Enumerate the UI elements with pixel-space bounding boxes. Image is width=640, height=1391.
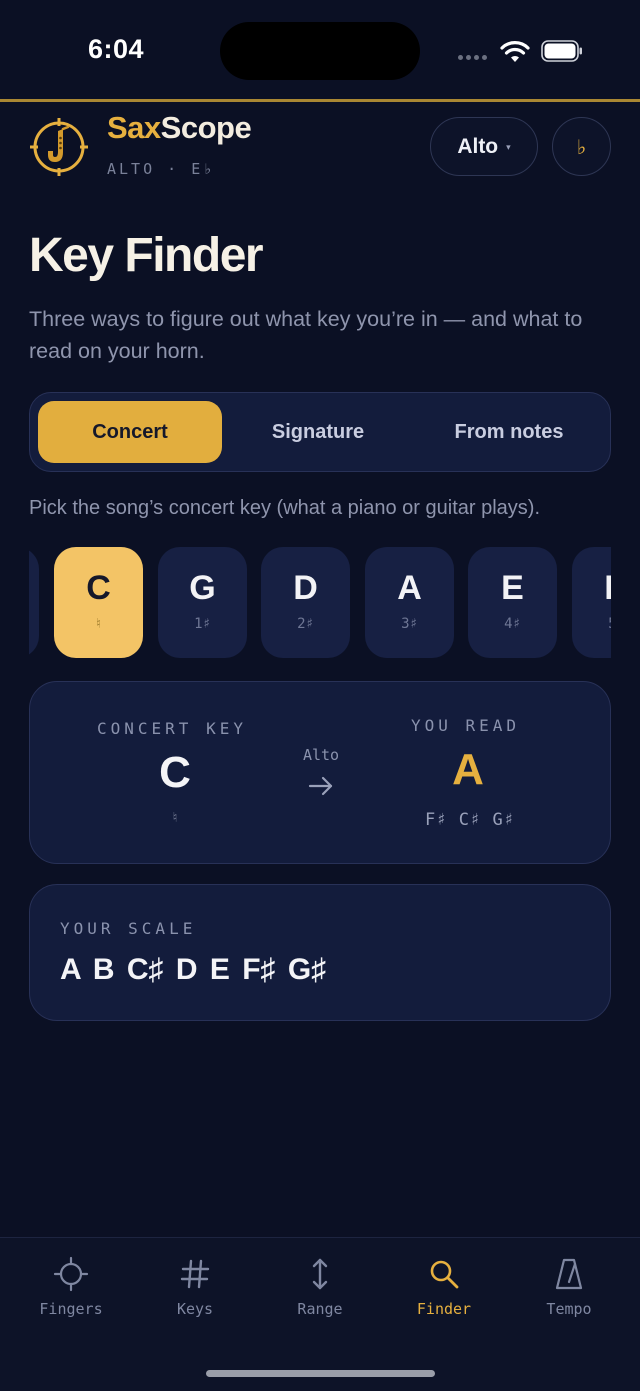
concert-key-value: C [159,748,191,797]
mode-tab-concert[interactable]: Concert [38,401,222,463]
home-indicator[interactable] [206,1370,435,1377]
instrument-select[interactable]: Alto ▾ [430,117,538,176]
you-read-label: YOU READ [411,716,521,735]
tab-tempo[interactable]: Tempo [507,1256,631,1318]
key-chip-accidentals: 2♯ [297,616,314,632]
mode-segmented-control: Concert Signature From notes [29,392,611,472]
key-chip-d[interactable]: D 2♯ [261,547,350,658]
scale-card: YOUR SCALE A B C♯ D E F♯ G♯ [29,884,611,1021]
search-icon [430,1260,459,1289]
mode-tab-from-notes[interactable]: From notes [415,401,603,463]
cellular-signal-icon [458,55,487,60]
scale-label: YOUR SCALE [60,919,197,938]
header-accent-line [0,99,640,102]
up-down-arrow-icon [312,1258,328,1290]
you-read-accidentals: F♯ C♯ G♯ [425,810,515,830]
tab-fingers[interactable]: Fingers [9,1256,133,1318]
key-chip-g[interactable]: G 1♯ [158,547,247,658]
status-bar: 6:04 [0,0,640,100]
key-chip-b[interactable]: B 5♯ [572,547,611,658]
arrow-right-icon [308,776,333,796]
dynamic-island [220,22,420,80]
page-title: Key Finder [29,229,264,282]
tab-finder[interactable]: Finder [382,1256,506,1318]
instrument-select-label: Alto [457,134,499,158]
you-read-key-value: A [452,745,484,794]
tab-range[interactable]: Range [258,1256,382,1318]
key-chip-name: D [293,569,318,607]
mode-hint: Pick the song’s concert key (what a pian… [29,497,540,519]
concert-key-picker[interactable]: C ♮ G 1♯ D 2♯ A 3♯ E 4♯ B 5♯ [29,546,611,659]
transpose-instrument-label: Alto [302,746,340,764]
tab-label: Fingers [39,1300,103,1318]
instrument-subtitle: ALTO · E♭ [107,160,216,178]
wifi-icon [500,41,530,62]
key-chip-name: B [604,569,611,608]
key-chip-name: E [501,569,524,607]
key-chip-accidentals: 3♯ [401,616,418,632]
key-chip-partial[interactable] [29,547,39,658]
tab-label: Range [297,1300,343,1318]
key-chip-accidentals: ♮ [94,616,103,632]
app-brand: SaxScope [107,110,252,146]
bottom-tab-bar: Fingers Keys Range Finder Tempo [0,1237,640,1391]
scale-notes: A B C♯ D E F♯ G♯ [60,953,327,986]
concert-key-label: CONCERT KEY [97,719,247,738]
concert-key-accidentals: ♮ [170,810,180,826]
mode-tab-signature[interactable]: Signature [226,401,410,463]
key-chip-name: G [189,569,216,607]
chevron-down-icon: ▾ [506,142,511,153]
brand-part-sax: Sax [107,110,161,145]
key-chip-accidentals: 4♯ [504,616,521,632]
flat-sharp-toggle[interactable]: ♭ [552,117,611,176]
key-chip-accidentals: 5♯ [608,616,611,632]
key-chip-accidentals: 1♯ [194,616,211,632]
key-chip-c[interactable]: C ♮ [54,547,143,658]
metronome-icon [555,1258,583,1290]
status-time: 6:04 [88,34,145,64]
tab-label: Finder [416,1300,472,1318]
transposition-result-card: CONCERT KEY C ♮ Alto YOU READ A F♯ C♯ G♯ [29,681,611,864]
key-chip-a[interactable]: A 3♯ [365,547,454,658]
hash-icon [180,1259,210,1289]
battery-icon [541,40,582,62]
key-chip-e[interactable]: E 4♯ [468,547,557,658]
tab-label: Tempo [546,1300,592,1318]
tab-label: Keys [176,1300,214,1318]
tab-keys[interactable]: Keys [133,1256,257,1318]
key-chip-name: C [86,569,111,607]
key-chip-name: A [397,569,422,607]
crosshair-icon [53,1256,89,1292]
page-subtitle: Three ways to figure out what key you’re… [29,307,583,363]
brand-part-scope: Scope [160,110,252,145]
saxophone-logo-icon [30,118,88,176]
